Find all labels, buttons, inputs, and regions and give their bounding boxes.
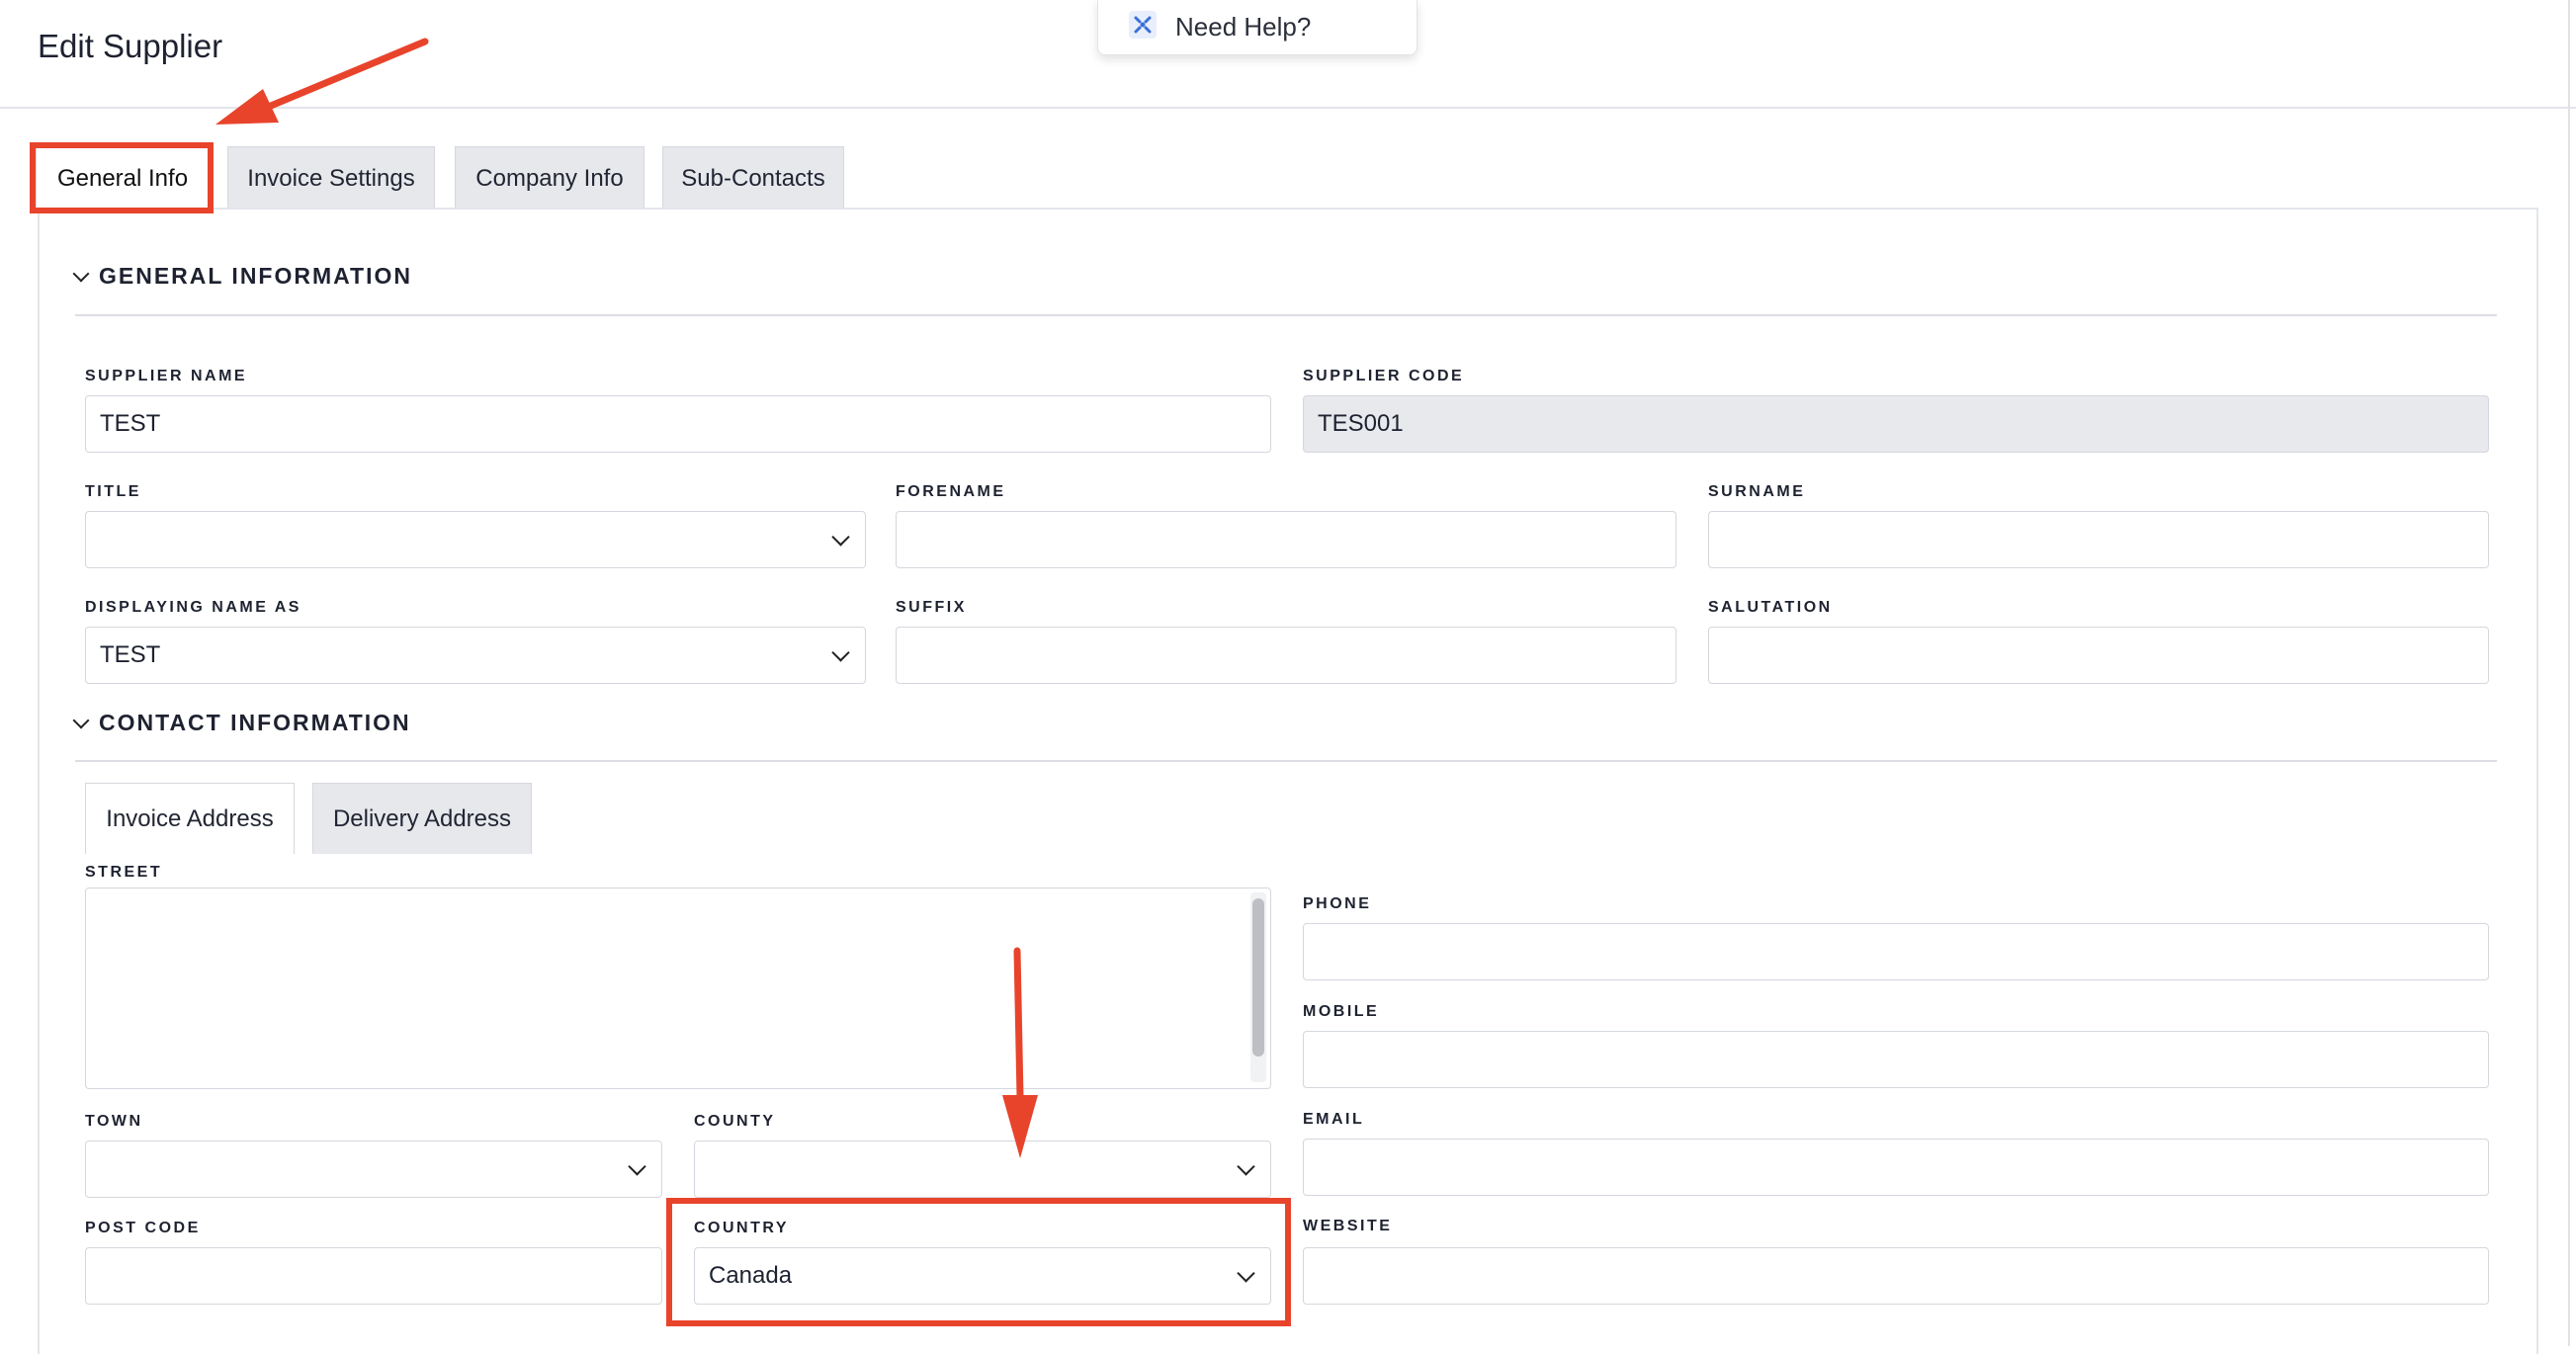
annotation-arrow-to-country bbox=[1002, 947, 1038, 1158]
annotation-arrows bbox=[215, 38, 1038, 1158]
annotation-arrow-to-tab bbox=[215, 38, 429, 125]
